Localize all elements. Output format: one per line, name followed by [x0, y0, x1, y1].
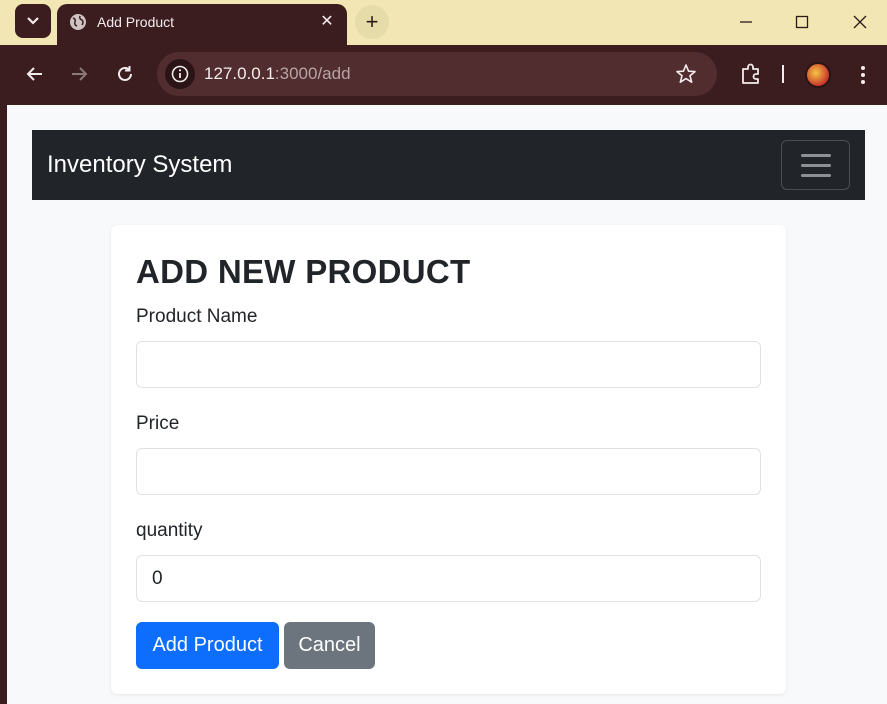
- maximize-button[interactable]: [787, 8, 817, 36]
- page-viewport: Inventory System ADD NEW PRODUCT Product…: [7, 105, 887, 704]
- chevron-down-icon: [27, 17, 39, 25]
- hamburger-line: [800, 153, 831, 157]
- reload-button[interactable]: [110, 59, 140, 89]
- top-navbar: Inventory System: [32, 130, 865, 200]
- cancel-button[interactable]: Cancel: [284, 622, 375, 669]
- arrow-left-icon: [26, 67, 42, 81]
- url-host: 127.0.0.1: [204, 64, 275, 83]
- page-title: ADD NEW PRODUCT: [136, 253, 471, 290]
- add-product-button[interactable]: Add Product: [136, 622, 279, 669]
- quantity-input[interactable]: 0: [136, 555, 761, 602]
- arrow-right-icon: [72, 67, 88, 81]
- close-icon: [853, 15, 867, 29]
- forward-button[interactable]: [64, 59, 94, 89]
- minimize-button[interactable]: [731, 8, 761, 36]
- navbar-toggler-button[interactable]: [781, 140, 850, 190]
- tab-title: Add Product: [97, 14, 175, 30]
- url-path: :3000/add: [274, 64, 351, 83]
- back-button[interactable]: [20, 59, 50, 89]
- globe-icon: [70, 14, 86, 30]
- maximize-icon: [795, 15, 809, 29]
- kebab-menu-icon[interactable]: [853, 63, 873, 87]
- price-input[interactable]: [136, 448, 761, 495]
- close-tab-icon[interactable]: ✕: [317, 12, 337, 32]
- minimize-icon: [740, 21, 752, 23]
- price-label: Price: [136, 413, 180, 434]
- close-window-button[interactable]: [845, 8, 875, 36]
- product-name-input[interactable]: [136, 341, 761, 388]
- active-tab[interactable]: Add Product ✕: [57, 4, 347, 45]
- toolbar-separator: [782, 65, 784, 83]
- tab-strip: Add Product ✕ +: [0, 0, 887, 45]
- new-tab-button[interactable]: +: [355, 5, 389, 39]
- hamburger-line: [800, 173, 831, 177]
- address-bar[interactable]: 127.0.0.1:3000/add: [157, 52, 717, 96]
- tab-search-button[interactable]: [15, 4, 51, 38]
- url-text: 127.0.0.1:3000/add: [204, 64, 351, 84]
- extensions-icon[interactable]: [738, 61, 764, 87]
- browser-toolbar: 127.0.0.1:3000/add: [0, 45, 887, 105]
- quantity-label: quantity: [136, 520, 203, 541]
- product-name-label: Product Name: [136, 306, 258, 327]
- navbar-brand[interactable]: Inventory System: [47, 151, 232, 179]
- profile-avatar[interactable]: [805, 62, 831, 88]
- reload-icon: [118, 66, 132, 81]
- info-icon: [171, 65, 189, 83]
- hamburger-line: [800, 163, 831, 167]
- site-info-button[interactable]: [165, 59, 195, 89]
- bookmark-star-icon[interactable]: [675, 63, 697, 85]
- add-product-card: ADD NEW PRODUCT Product Name Price quant…: [111, 225, 786, 694]
